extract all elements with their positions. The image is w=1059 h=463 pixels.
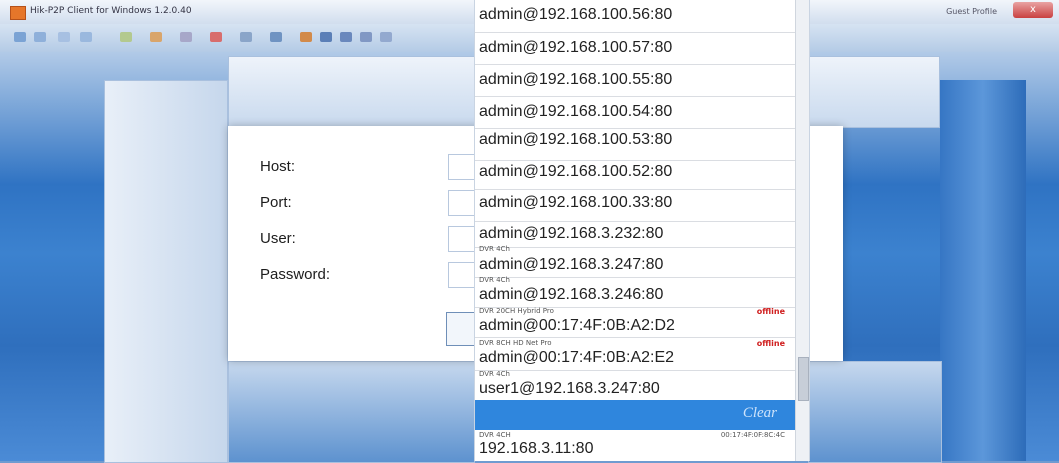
help-icon[interactable] [380, 32, 392, 42]
item-address: admin@192.168.3.247:80 [479, 256, 664, 273]
item-address: user1@192.168.3.247:80 [479, 380, 660, 397]
offline-badge: offline [756, 307, 785, 316]
item-subtitle: DVR 4CH [479, 431, 511, 439]
item-address: admin@192.168.100.57:80 [479, 39, 673, 56]
refresh-icon[interactable] [80, 32, 92, 42]
item-address: admin@00:17:4F:0B:A2:D2 [479, 317, 675, 334]
offline-badge: offline [756, 339, 785, 348]
playback-icon[interactable] [270, 32, 282, 42]
home-icon[interactable] [58, 32, 70, 42]
host-combobox-edge[interactable] [446, 312, 477, 346]
list-item[interactable]: DVR 4Ch user1@192.168.3.247:80 [475, 370, 795, 400]
clear-history-button[interactable]: Clear [475, 400, 795, 430]
item-subtitle: DVR 20CH Hybrid Pro [479, 307, 554, 315]
bottom-left-pane [228, 361, 475, 463]
list-item[interactable]: admin@192.168.3.232:80 [475, 221, 795, 248]
list-item[interactable]: DVR 4Ch admin@192.168.3.246:80 [475, 276, 795, 308]
list-item[interactable]: admin@192.168.100.54:80 [475, 96, 795, 129]
item-subtitle: DVR 4Ch [479, 276, 510, 284]
item-address: admin@192.168.100.52:80 [479, 163, 673, 180]
list-item[interactable]: DVR 4CH 00:17:4F:0F:8C:4C 192.168.3.11:8… [475, 430, 795, 461]
item-subtitle: DVR 8CH HD Net Pro [479, 339, 552, 347]
item-address: admin@192.168.100.33:80 [479, 194, 673, 211]
center-pane-top [228, 56, 475, 128]
back-icon[interactable] [14, 32, 26, 42]
list-item[interactable]: DVR 8CH HD Net Pro offline admin@00:17:4… [475, 337, 795, 371]
host-label: Host: [260, 158, 296, 175]
record-icon[interactable] [210, 32, 222, 42]
host-history-dropdown: admin@192.168.100.56:80 admin@192.168.10… [474, 0, 810, 461]
fullscreen-icon[interactable] [340, 32, 352, 42]
list-item[interactable]: admin@192.168.100.56:80 [475, 0, 795, 33]
settings-icon[interactable] [180, 32, 192, 42]
list-item[interactable]: admin@192.168.100.55:80 [475, 64, 795, 97]
port-label: Port: [260, 194, 292, 211]
password-label: Password: [260, 266, 331, 283]
layout-icon[interactable] [300, 32, 312, 42]
item-address: 192.168.3.11:80 [479, 440, 594, 457]
list-item[interactable]: admin@192.168.100.52:80 [475, 160, 795, 190]
item-address: admin@192.168.100.54:80 [479, 103, 673, 120]
app-icon [10, 6, 26, 20]
profile-label: Guest Profile [946, 7, 997, 16]
item-address: admin@192.168.100.55:80 [479, 71, 673, 88]
list-item[interactable]: DVR 4Ch admin@192.168.3.247:80 [475, 245, 795, 278]
alarm-icon[interactable] [360, 32, 372, 42]
item-subtitle: DVR 4Ch [479, 245, 510, 253]
list-item[interactable]: admin@192.168.100.57:80 [475, 32, 795, 65]
right-pane-top [808, 56, 940, 128]
delete-device-icon[interactable] [150, 32, 162, 42]
item-address: admin@192.168.3.246:80 [479, 286, 664, 303]
list-item[interactable]: admin@192.168.100.33:80 [475, 189, 795, 222]
user-label: User: [260, 230, 296, 247]
list-item[interactable]: DVR 20CH Hybrid Pro offline admin@00:17:… [475, 307, 795, 338]
close-button[interactable]: x [1013, 2, 1053, 18]
clear-label: Clear [742, 405, 777, 421]
scroll-thumb[interactable] [798, 357, 809, 401]
list-item[interactable]: admin@192.168.100.53:80 [475, 128, 795, 161]
grid-icon[interactable] [320, 32, 332, 42]
window-title: Hik-P2P Client for Windows 1.2.0.40 [30, 6, 192, 16]
item-mac-address: 00:17:4F:0F:8C:4C [720, 431, 785, 439]
item-subtitle: DVR 4Ch [479, 370, 510, 378]
right-side-panel [940, 80, 1026, 461]
left-pane [104, 80, 228, 463]
item-address: admin@192.168.100.53:80 [479, 131, 673, 148]
item-address: admin@192.168.100.56:80 [479, 6, 673, 23]
add-device-icon[interactable] [120, 32, 132, 42]
forward-icon[interactable] [34, 32, 46, 42]
item-address: admin@00:17:4F:0B:A2:E2 [479, 349, 675, 366]
snapshot-icon[interactable] [240, 32, 252, 42]
dropdown-scrollbar[interactable] [795, 0, 809, 461]
bottom-right-pane [808, 361, 942, 463]
item-address: admin@192.168.3.232:80 [479, 225, 664, 242]
